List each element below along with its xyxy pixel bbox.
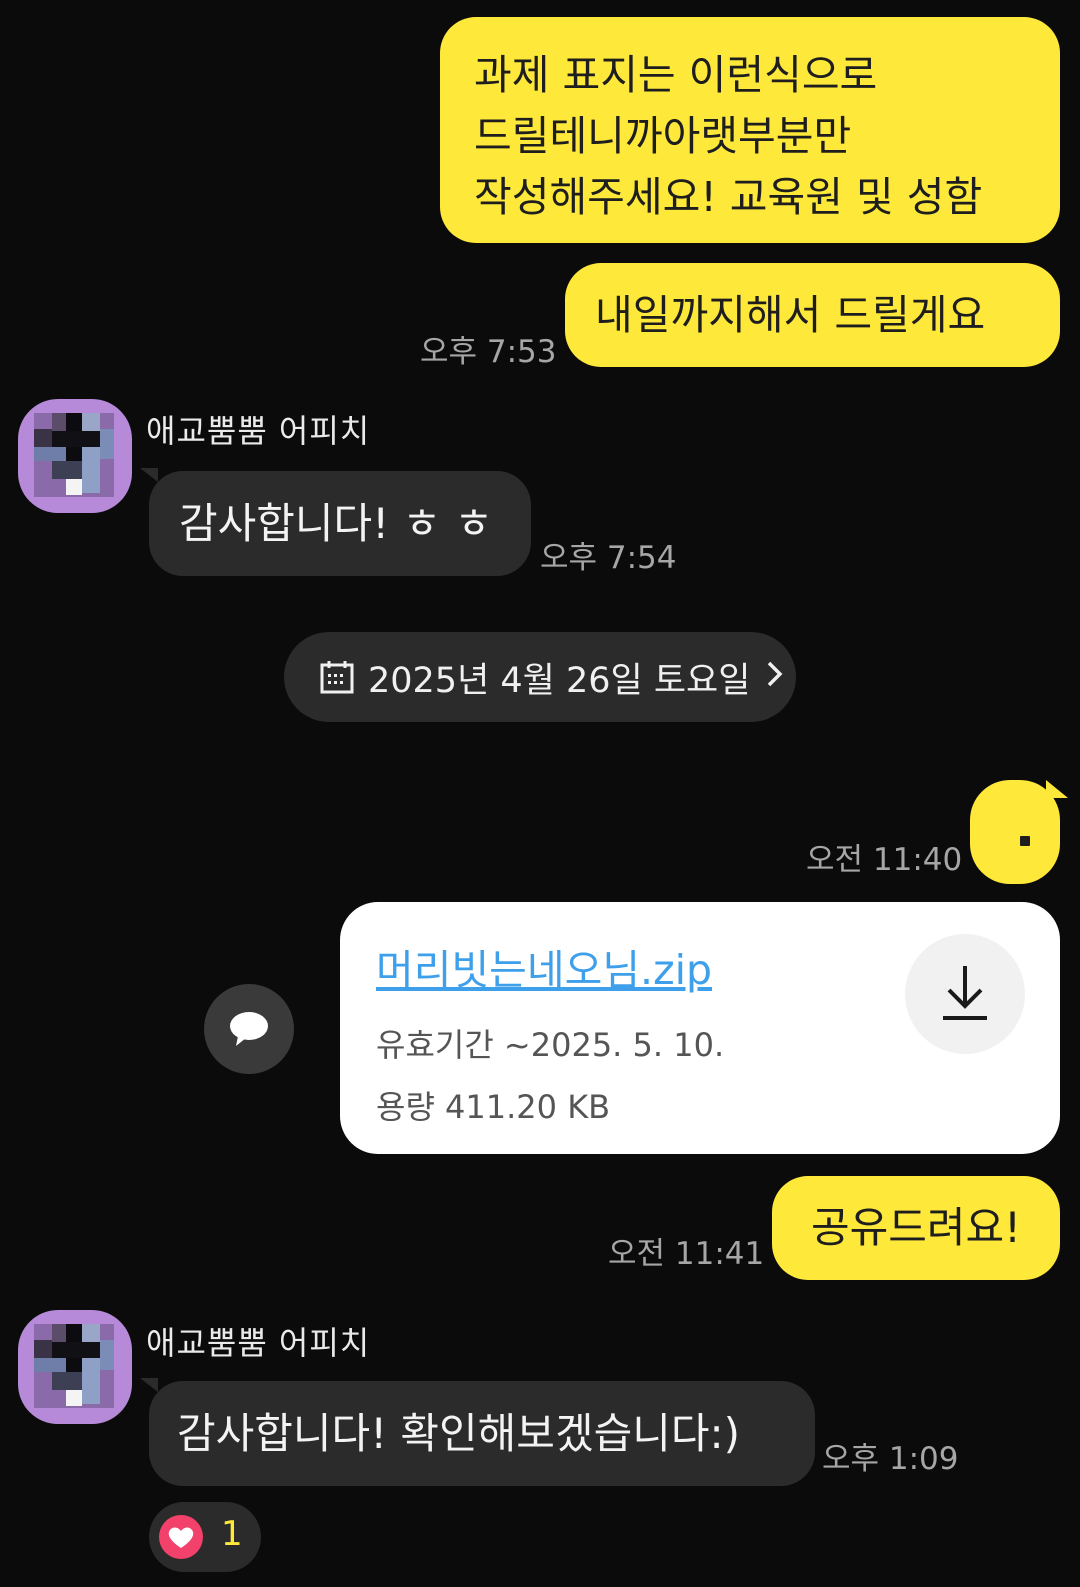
avatar[interactable] bbox=[18, 1310, 132, 1424]
file-attachment-card[interactable]: 머리빗는네오님.zip 유효기간 ~2025. 5. 10. 용량 411.20… bbox=[340, 902, 1060, 1154]
avatar[interactable] bbox=[18, 399, 132, 513]
download-button[interactable] bbox=[905, 934, 1025, 1054]
sender-name: 애교뿜뿜 어피치 bbox=[146, 1324, 371, 1362]
message-timestamp: 오후 7:54 bbox=[540, 540, 677, 576]
calendar-icon bbox=[320, 660, 354, 694]
my-message-bubble[interactable]: 과제 표지는 이런식으로 드릴테니까아랫부분만 작성해주세요! 교육원 및 성함 bbox=[440, 17, 1060, 243]
message-line: 작성해주세요! 교육원 및 성함 bbox=[474, 173, 983, 221]
message-timestamp: 오전 11:41 bbox=[608, 1236, 765, 1272]
date-divider[interactable]: 2025년 4월 26일 토요일 bbox=[284, 632, 796, 722]
other-message-bubble[interactable]: 감사합니다! ㅎ ㅎ bbox=[149, 471, 531, 576]
my-message-bubble[interactable]: 공유드려요! bbox=[772, 1176, 1060, 1280]
other-message-bubble[interactable]: 감사합니다! 확인해보겠습니다:) bbox=[149, 1381, 815, 1486]
heart-icon bbox=[159, 1515, 203, 1559]
dot-text bbox=[1020, 836, 1030, 846]
message-line: 드릴테니까아랫부분만 bbox=[474, 112, 852, 160]
download-icon bbox=[939, 964, 991, 1026]
reaction-badge[interactable]: 1 bbox=[149, 1502, 261, 1572]
sender-name: 애교뿜뿜 어피치 bbox=[146, 412, 371, 450]
speech-bubble-icon bbox=[228, 1010, 270, 1052]
my-message-bubble[interactable]: 내일까지해서 드릴게요 bbox=[565, 263, 1060, 367]
bubble-tail bbox=[140, 468, 158, 482]
bubble-tail bbox=[140, 1378, 158, 1392]
message-timestamp: 오전 11:40 bbox=[806, 842, 963, 878]
file-name-link[interactable]: 머리빗는네오님.zip bbox=[376, 936, 712, 996]
file-size: 용량 411.20 KB bbox=[376, 1088, 611, 1126]
chevron-right-icon bbox=[766, 657, 784, 697]
message-timestamp: 오후 1:09 bbox=[822, 1441, 959, 1477]
message-timestamp: 오후 7:53 bbox=[420, 334, 557, 370]
share-button[interactable] bbox=[204, 984, 294, 1074]
message-line: 과제 표지는 이런식으로 bbox=[474, 51, 878, 99]
file-expiry: 유효기간 ~2025. 5. 10. bbox=[376, 1026, 725, 1064]
reaction-count: 1 bbox=[221, 1514, 243, 1554]
date-divider-label: 2025년 4월 26일 토요일 bbox=[368, 660, 751, 701]
bubble-tail bbox=[1046, 780, 1068, 798]
